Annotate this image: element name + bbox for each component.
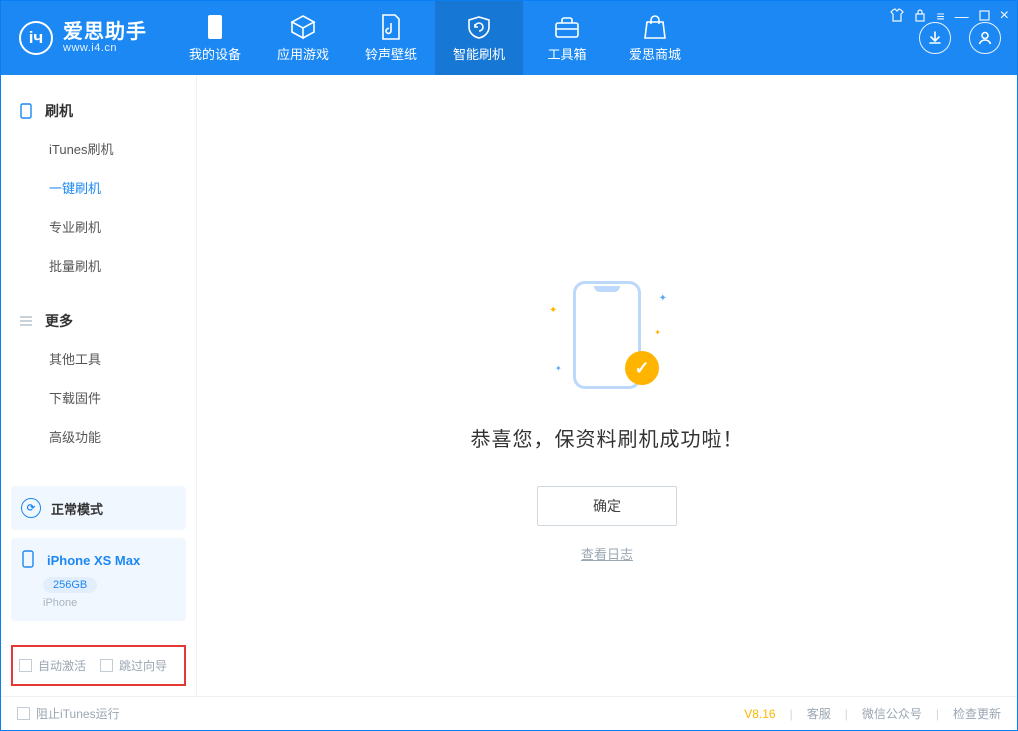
bag-icon (642, 14, 668, 40)
sidebar-item-advanced[interactable]: 高级功能 (1, 417, 196, 456)
refresh-shield-icon (466, 14, 492, 40)
menu-icon[interactable]: ≡ (936, 8, 944, 24)
device-name: iPhone XS Max (47, 553, 140, 568)
nav-label: 工具箱 (547, 44, 586, 63)
toolbox-icon (554, 14, 580, 40)
sidebar: 刷机 iTunes刷机 一键刷机 专业刷机 批量刷机 更多 其他工具 下载固件 … (1, 75, 197, 696)
mode-label: 正常模式 (51, 499, 103, 518)
sidebar-item-oneclick-flash[interactable]: 一键刷机 (1, 168, 196, 207)
list-icon (19, 315, 35, 327)
checkbox-auto-activate[interactable]: 自动激活 (19, 657, 86, 674)
top-nav: 我的设备 应用游戏 铃声壁纸 智能刷机 工具箱 爱思商城 (171, 1, 699, 75)
check-badge-icon: ✓ (625, 351, 659, 385)
checkbox-box (100, 659, 113, 672)
success-message: 恭喜您，保资料刷机成功啦！ (471, 423, 744, 452)
sidebar-item-batch-flash[interactable]: 批量刷机 (1, 246, 196, 285)
phone-icon (202, 14, 228, 40)
sidebar-item-other-tools[interactable]: 其他工具 (1, 339, 196, 378)
download-button[interactable] (919, 22, 951, 54)
checkbox-skip-guide[interactable]: 跳过向导 (100, 657, 167, 674)
version-label: V8.16 (744, 707, 775, 721)
status-link-update[interactable]: 检查更新 (953, 705, 1001, 722)
nav-label: 我的设备 (189, 44, 241, 63)
device-icon (19, 103, 35, 119)
shirt-icon[interactable] (890, 8, 904, 25)
titlebar: iч 爱思助手 www.i4.cn 我的设备 应用游戏 铃声壁纸 智能刷机 (1, 1, 1017, 75)
app-name: 爱思助手 (63, 22, 147, 42)
nav-label: 铃声壁纸 (365, 44, 417, 63)
lock-icon[interactable] (914, 8, 926, 25)
checkbox-label: 跳过向导 (119, 657, 167, 674)
checkbox-block-itunes[interactable]: 阻止iTunes运行 (17, 705, 120, 722)
checkbox-label: 自动激活 (38, 657, 86, 674)
device-cards: ⟳ 正常模式 iPhone XS Max 256GB iPhone (1, 486, 196, 637)
logo: iч 爱思助手 www.i4.cn (19, 21, 147, 55)
maximize-button[interactable] (979, 8, 990, 24)
nav-label: 应用游戏 (277, 44, 329, 63)
nav-store[interactable]: 爱思商城 (611, 1, 699, 75)
device-storage-badge: 256GB (43, 577, 97, 593)
phone-small-icon (21, 550, 35, 571)
sidebar-item-itunes-flash[interactable]: iTunes刷机 (1, 129, 196, 168)
checkbox-label: 阻止iTunes运行 (36, 705, 120, 722)
nav-toolbox[interactable]: 工具箱 (523, 1, 611, 75)
body: 刷机 iTunes刷机 一键刷机 专业刷机 批量刷机 更多 其他工具 下载固件 … (1, 75, 1017, 696)
window-controls: ≡ — × (890, 7, 1009, 25)
sparkle-icon: ✦ (654, 328, 661, 337)
status-link-support[interactable]: 客服 (807, 705, 831, 722)
ok-button[interactable]: 确定 (537, 486, 677, 526)
main-content: ✦ ✦ ✦ ✦ ✓ 恭喜您，保资料刷机成功啦！ 确定 查看日志 (197, 75, 1017, 696)
device-card[interactable]: iPhone XS Max 256GB iPhone (11, 538, 186, 621)
flash-options-highlight: 自动激活 跳过向导 (11, 645, 186, 686)
close-button[interactable]: × (1000, 7, 1009, 25)
nav-smart-flash[interactable]: 智能刷机 (435, 1, 523, 75)
titlebar-right (919, 22, 1007, 54)
app-window: iч 爱思助手 www.i4.cn 我的设备 应用游戏 铃声壁纸 智能刷机 (0, 0, 1018, 731)
nav-label: 智能刷机 (453, 44, 505, 63)
status-bar: 阻止iTunes运行 V8.16 | 客服 | 微信公众号 | 检查更新 (1, 696, 1017, 730)
status-link-wechat[interactable]: 微信公众号 (862, 705, 922, 722)
nav-ringtones-wallpapers[interactable]: 铃声壁纸 (347, 1, 435, 75)
sparkle-icon: ✦ (659, 293, 667, 304)
nav-label: 爱思商城 (629, 44, 681, 63)
view-log-link[interactable]: 查看日志 (581, 544, 633, 563)
nav-apps-games[interactable]: 应用游戏 (259, 1, 347, 75)
success-illustration: ✦ ✦ ✦ ✦ ✓ (547, 275, 667, 395)
checkbox-box (17, 707, 30, 720)
minimize-button[interactable]: — (955, 8, 969, 24)
app-domain: www.i4.cn (63, 42, 147, 54)
account-button[interactable] (969, 22, 1001, 54)
checkbox-box (19, 659, 32, 672)
device-type: iPhone (43, 597, 176, 609)
sidebar-item-download-firmware[interactable]: 下载固件 (1, 378, 196, 417)
sidebar-group-title: 更多 (45, 311, 73, 331)
sidebar-item-pro-flash[interactable]: 专业刷机 (1, 207, 196, 246)
sidebar-group-title: 刷机 (45, 101, 73, 121)
sparkle-icon: ✦ (549, 305, 557, 316)
sidebar-scroll: 刷机 iTunes刷机 一键刷机 专业刷机 批量刷机 更多 其他工具 下载固件 … (1, 75, 196, 486)
music-file-icon (378, 14, 404, 40)
logo-icon: iч (19, 21, 53, 55)
cube-icon (290, 14, 316, 40)
mode-card[interactable]: ⟳ 正常模式 (11, 486, 186, 530)
sparkle-icon: ✦ (555, 364, 562, 373)
sidebar-group-flash: 刷机 (1, 93, 196, 129)
sidebar-group-more: 更多 (1, 303, 196, 339)
mode-icon: ⟳ (21, 498, 41, 518)
nav-my-device[interactable]: 我的设备 (171, 1, 259, 75)
